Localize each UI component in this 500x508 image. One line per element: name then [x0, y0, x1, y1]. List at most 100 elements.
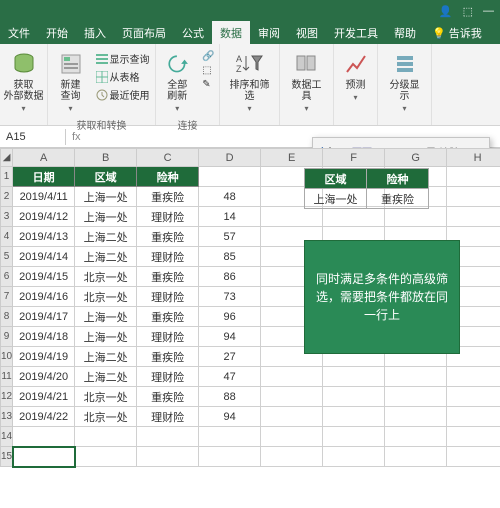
col-header[interactable]: A	[13, 149, 75, 167]
cell[interactable]: 重疾险	[137, 227, 199, 247]
cell[interactable]: 2019/4/16	[13, 287, 75, 307]
row-header[interactable]: 4	[1, 227, 13, 247]
cell[interactable]: 47	[199, 367, 261, 387]
minimize-icon[interactable]: —	[483, 5, 494, 17]
cell[interactable]: 区域	[75, 167, 137, 187]
cell[interactable]: 上海一处	[305, 189, 367, 209]
show-queries-button[interactable]: 显示查询	[93, 50, 153, 67]
tab-file[interactable]: 文件	[0, 21, 38, 44]
user-icon[interactable]: 👤	[439, 5, 453, 18]
tab-layout[interactable]: 页面布局	[114, 21, 174, 44]
cell[interactable]: 2019/4/21	[13, 387, 75, 407]
cell[interactable]: 2019/4/15	[13, 267, 75, 287]
cell[interactable]: 北京一处	[75, 407, 137, 427]
cell[interactable]: 上海一处	[75, 307, 137, 327]
cell[interactable]: 57	[199, 227, 261, 247]
recent-sources-button[interactable]: 最近使用	[93, 86, 153, 103]
get-external-data-button[interactable]: 获取 外部数据▾	[0, 48, 50, 115]
cell[interactable]: 上海一处	[75, 207, 137, 227]
row-header[interactable]: 3	[1, 207, 13, 227]
tab-formula[interactable]: 公式	[174, 21, 212, 44]
row-header[interactable]: 5	[1, 247, 13, 267]
cell[interactable]: 上海一处	[75, 327, 137, 347]
cell[interactable]: 重疾险	[367, 189, 429, 209]
col-header[interactable]: E	[261, 149, 323, 167]
cell[interactable]: 2019/4/19	[13, 347, 75, 367]
cell[interactable]: 上海二处	[75, 347, 137, 367]
cell[interactable]: 2019/4/11	[13, 187, 75, 207]
cell[interactable]: 上海二处	[75, 227, 137, 247]
outline-button[interactable]: 分级显示▾	[380, 48, 429, 115]
worksheet-grid[interactable]: ◢ A B C D E F G H 1 日期 区域 险种 22019/4/11上…	[0, 148, 500, 467]
cell[interactable]: 重疾险	[137, 347, 199, 367]
cell[interactable]: 北京一处	[75, 387, 137, 407]
ribbon-opts-icon[interactable]: ⬚	[463, 5, 473, 18]
cell[interactable]: 上海二处	[75, 367, 137, 387]
cell[interactable]: 理财险	[137, 327, 199, 347]
selected-cell[interactable]	[13, 447, 75, 467]
cell[interactable]: 理财险	[137, 287, 199, 307]
tab-data[interactable]: 数据	[212, 21, 250, 44]
cell[interactable]: 2019/4/14	[13, 247, 75, 267]
cell[interactable]: 重疾险	[137, 307, 199, 327]
tab-home[interactable]: 开始	[38, 21, 76, 44]
cell[interactable]: 2019/4/13	[13, 227, 75, 247]
forecast-button[interactable]: 预测▾	[336, 48, 376, 104]
tab-help[interactable]: 帮助	[386, 21, 424, 44]
cell[interactable]: 96	[199, 307, 261, 327]
cell[interactable]: 94	[199, 407, 261, 427]
cell[interactable]: 上海二处	[75, 247, 137, 267]
cell[interactable]: 区域	[305, 169, 367, 189]
cell[interactable]: 理财险	[137, 247, 199, 267]
from-table-button[interactable]: 从表格	[93, 68, 153, 85]
tab-dev[interactable]: 开发工具	[326, 21, 386, 44]
cell[interactable]: 27	[199, 347, 261, 367]
cell[interactable]: 日期	[13, 167, 75, 187]
row-header[interactable]: 6	[1, 267, 13, 287]
new-query-button[interactable]: 新建 查询▾	[51, 48, 91, 115]
row-header[interactable]: 1	[1, 167, 13, 187]
col-header[interactable]: H	[447, 149, 500, 167]
cell[interactable]: 14	[199, 207, 261, 227]
row-header[interactable]: 14	[1, 427, 13, 447]
col-header[interactable]: B	[75, 149, 137, 167]
sort-filter-group-button[interactable]: AZ 排序和筛选▾	[222, 48, 277, 115]
cell[interactable]: 88	[199, 387, 261, 407]
tab-insert[interactable]: 插入	[76, 21, 114, 44]
properties-button[interactable]: ⬚	[199, 64, 217, 77]
row-header[interactable]: 13	[1, 407, 13, 427]
select-all[interactable]: ◢	[1, 149, 13, 167]
cell[interactable]: 重疾险	[137, 267, 199, 287]
col-header[interactable]: G	[385, 149, 447, 167]
row-header[interactable]: 8	[1, 307, 13, 327]
cell[interactable]: 48	[199, 187, 261, 207]
cell[interactable]: 73	[199, 287, 261, 307]
row-header[interactable]: 12	[1, 387, 13, 407]
cell[interactable]: 94	[199, 327, 261, 347]
cell[interactable]: 理财险	[137, 367, 199, 387]
cell[interactable]: 理财险	[137, 207, 199, 227]
tab-review[interactable]: 审阅	[250, 21, 288, 44]
row-header[interactable]: 11	[1, 367, 13, 387]
cell[interactable]: 北京一处	[75, 287, 137, 307]
refresh-all-button[interactable]: 全部刷新▾	[157, 48, 197, 115]
cell[interactable]: 险种	[137, 167, 199, 187]
cell[interactable]: 上海一处	[75, 187, 137, 207]
row-header[interactable]: 10	[1, 347, 13, 367]
cell[interactable]: 2019/4/20	[13, 367, 75, 387]
row-header[interactable]: 7	[1, 287, 13, 307]
cell[interactable]: 重疾险	[137, 187, 199, 207]
tab-tell[interactable]: 💡 告诉我	[424, 21, 490, 44]
cell[interactable]: 2019/4/22	[13, 407, 75, 427]
cell[interactable]: 2019/4/17	[13, 307, 75, 327]
col-header[interactable]: F	[323, 149, 385, 167]
cell[interactable]: 北京一处	[75, 267, 137, 287]
row-header[interactable]: 2	[1, 187, 13, 207]
data-tools-button[interactable]: 数据工具▾	[282, 48, 331, 115]
tab-view[interactable]: 视图	[288, 21, 326, 44]
row-header[interactable]: 9	[1, 327, 13, 347]
edit-links-button[interactable]: ✎	[199, 78, 217, 91]
col-header[interactable]: D	[199, 149, 261, 167]
connections-button[interactable]: 🔗	[199, 50, 217, 63]
cell[interactable]: 2019/4/12	[13, 207, 75, 227]
